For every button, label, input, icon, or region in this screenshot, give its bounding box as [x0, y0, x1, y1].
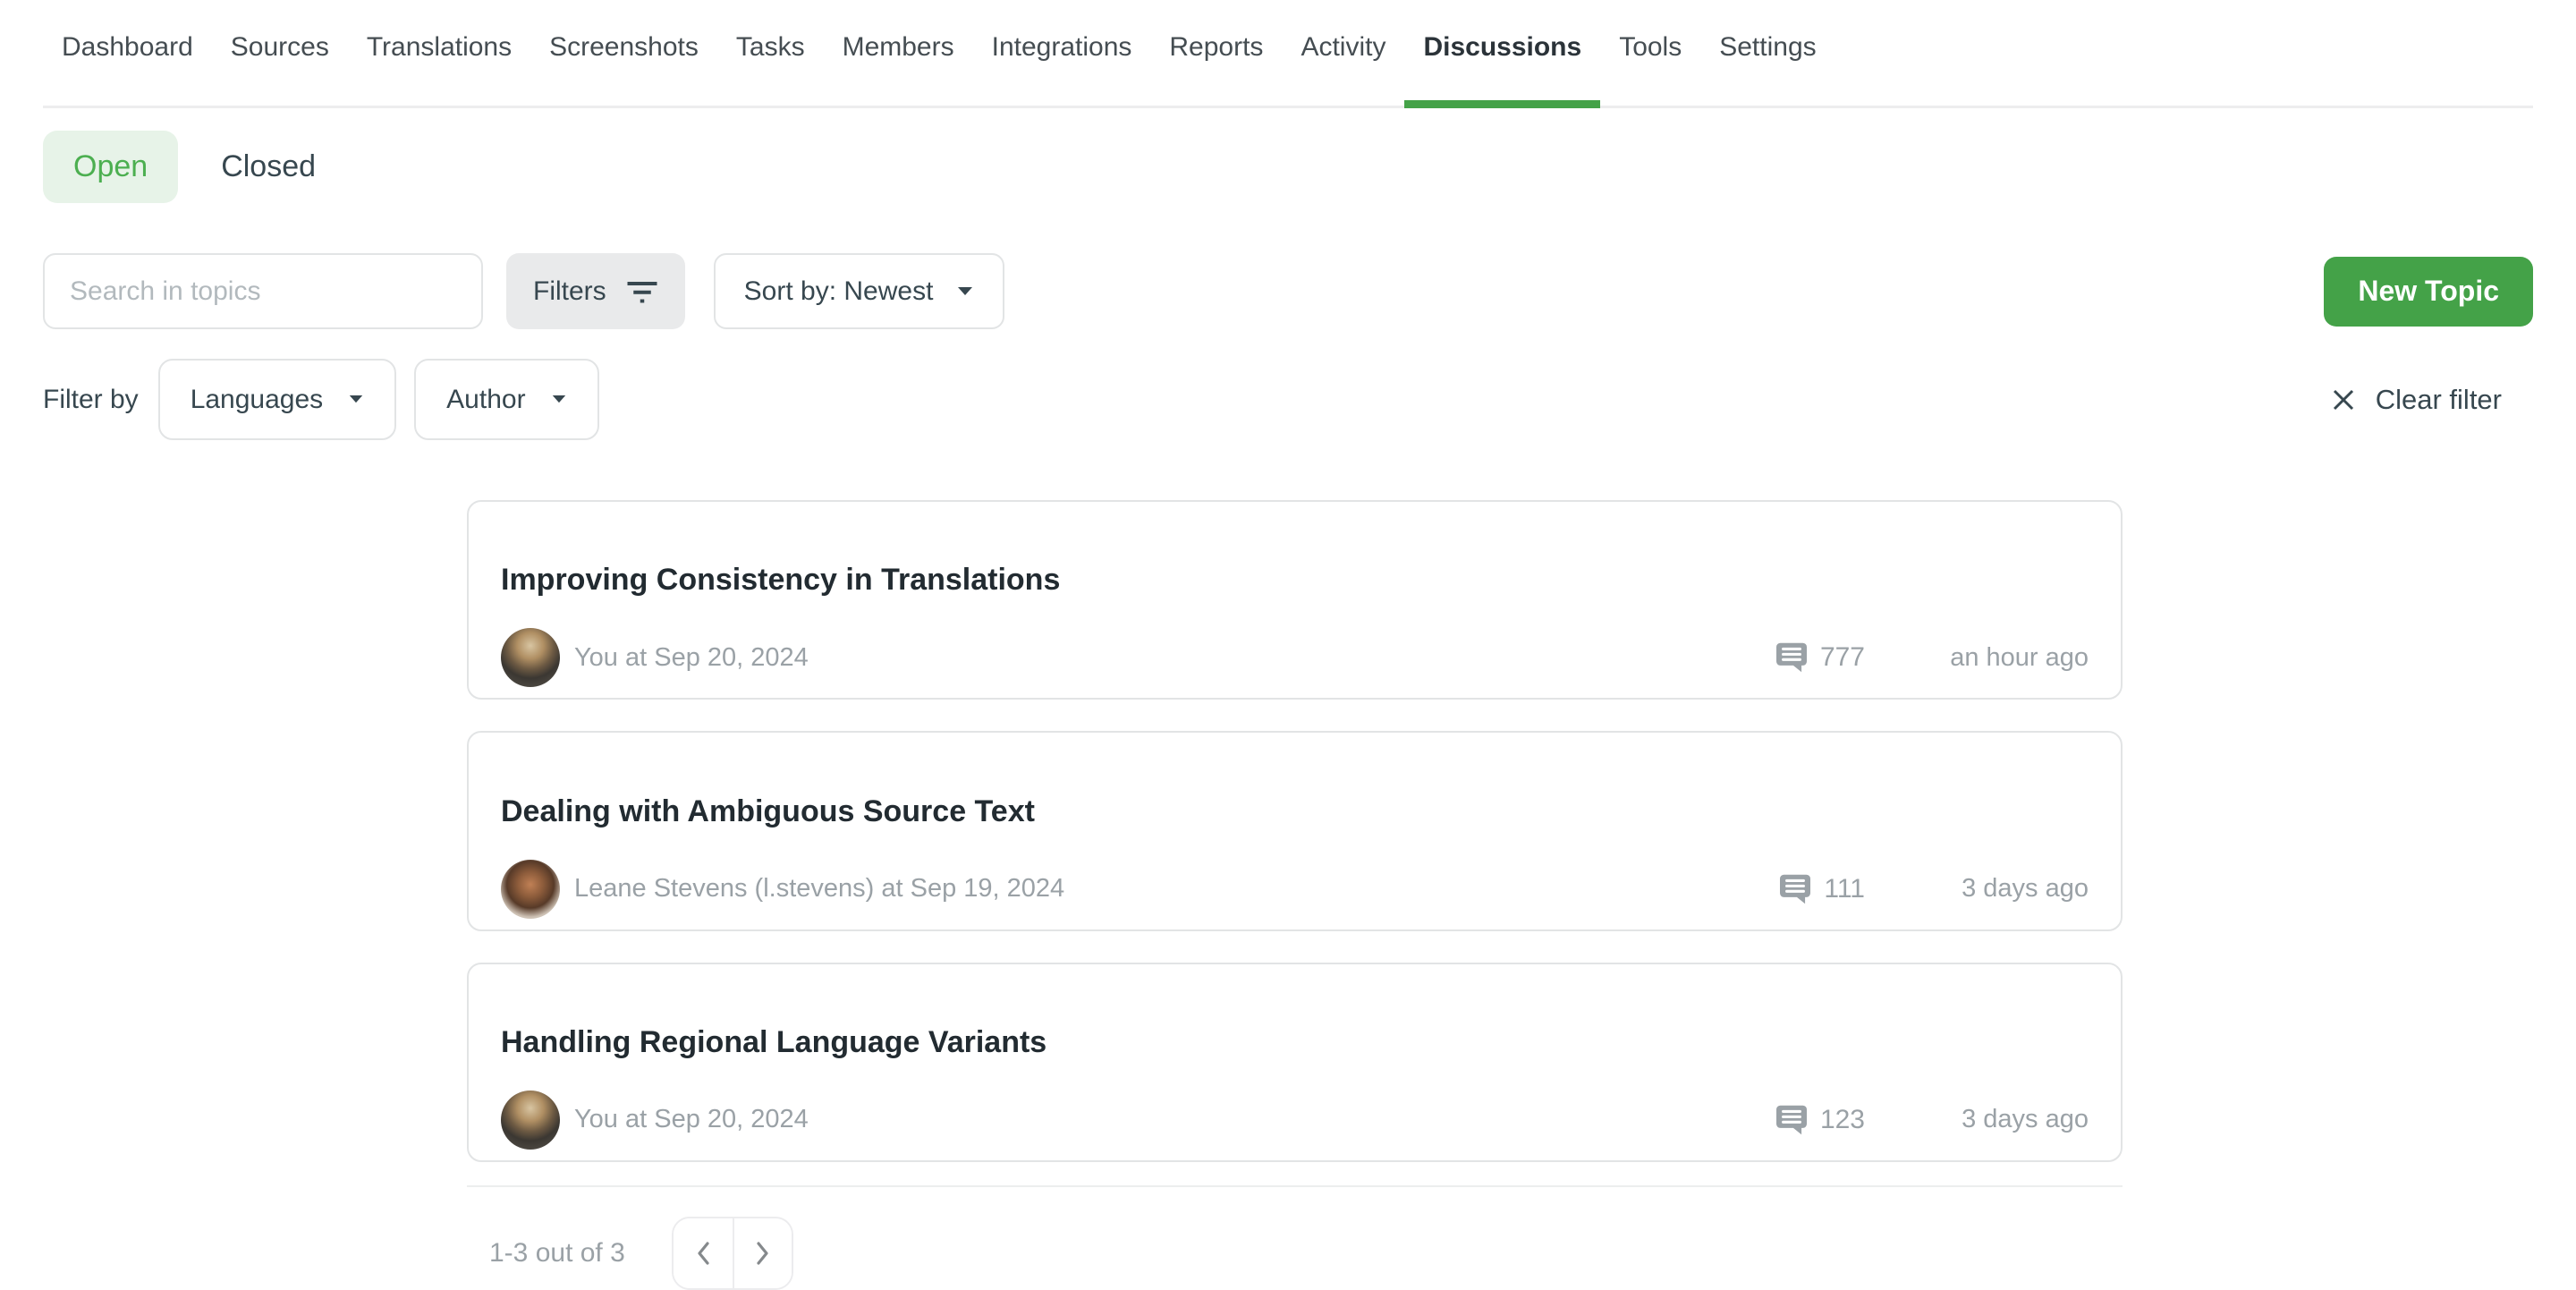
- discussion-card[interactable]: Handling Regional Language Variants You …: [467, 963, 2123, 1162]
- discussion-author: Leane Stevens (l.stevens) at Sep 19, 202…: [574, 874, 1064, 904]
- nav-item-label: Discussions: [1423, 32, 1581, 62]
- discussion-title: Dealing with Ambiguous Source Text: [501, 794, 2089, 829]
- new-topic-button[interactable]: New Topic: [2324, 257, 2533, 327]
- nav-item-label: Reports: [1169, 32, 1263, 62]
- comment-counter: 777: [1775, 642, 1865, 673]
- comment-count: 123: [1820, 1105, 1865, 1135]
- tab-open-label: Open: [73, 149, 148, 183]
- nav-item-label: Tools: [1619, 32, 1682, 62]
- nav-item[interactable]: Tasks: [717, 0, 824, 106]
- discussion-title: Improving Consistency in Translations: [501, 563, 2089, 598]
- pagination-summary: 1-3 out of 3: [489, 1238, 625, 1269]
- caret-down-icon: [956, 286, 974, 297]
- comment-bubble-icon: [1775, 1105, 1808, 1135]
- pagination: 1-3 out of 3: [467, 1217, 2123, 1290]
- nav-item[interactable]: Members: [824, 0, 973, 106]
- languages-dropdown-label: Languages: [191, 385, 323, 415]
- top-navigation: Dashboard Sources Translations Screensho…: [43, 0, 2533, 108]
- discussion-meta: You at Sep 20, 2024 123 3 days a: [501, 1091, 2089, 1150]
- search-input[interactable]: [43, 253, 483, 329]
- filter-by-label: Filter by: [43, 385, 139, 415]
- sort-by-button[interactable]: Sort by: Newest: [714, 253, 1005, 329]
- chevron-left-icon: [695, 1240, 711, 1267]
- discussion-list: Improving Consistency in Translations Yo…: [467, 500, 2123, 1290]
- tab-closed[interactable]: Closed: [191, 131, 346, 203]
- discussion-author: You at Sep 20, 2024: [574, 1105, 809, 1134]
- discussion-meta: Leane Stevens (l.stevens) at Sep 19, 202…: [501, 860, 2089, 919]
- nav-item[interactable]: Reports: [1150, 0, 1282, 106]
- discussion-card[interactable]: Dealing with Ambiguous Source Text Leane…: [467, 731, 2123, 930]
- discussion-card[interactable]: Improving Consistency in Translations Yo…: [467, 500, 2123, 700]
- nav-item[interactable]: Translations: [348, 0, 530, 106]
- status-tabs: Open Closed: [43, 131, 2533, 203]
- next-page-button[interactable]: [733, 1218, 792, 1288]
- discussion-meta: You at Sep 20, 2024 777 an hour: [501, 628, 2089, 687]
- nav-item-label: Integrations: [992, 32, 1132, 62]
- discussion-timestamp: 3 days ago: [1865, 1105, 2089, 1134]
- filter-bar: Filter by Languages Author Clear filter: [43, 359, 2533, 440]
- nav-item-label: Members: [843, 32, 954, 62]
- author-avatar: [501, 1091, 560, 1150]
- nav-item[interactable]: Integrations: [973, 0, 1151, 106]
- comment-counter: 123: [1775, 1105, 1865, 1135]
- nav-item-label: Screenshots: [549, 32, 699, 62]
- comment-bubble-icon: [1775, 642, 1808, 673]
- filter-lines-icon: [626, 279, 658, 304]
- previous-page-button[interactable]: [674, 1218, 733, 1288]
- author-dropdown-label: Author: [446, 385, 525, 415]
- filters-button-label: Filters: [533, 276, 606, 307]
- discussion-title: Handling Regional Language Variants: [501, 1025, 2089, 1060]
- author-dropdown[interactable]: Author: [414, 359, 598, 440]
- list-separator: [467, 1185, 2123, 1187]
- comment-count: 777: [1820, 642, 1865, 673]
- clear-filter-label: Clear filter: [2376, 384, 2502, 416]
- nav-item[interactable]: Tools: [1600, 0, 1700, 106]
- toolbar: Filters Sort by: Newest New Topic: [43, 253, 2533, 329]
- nav-item[interactable]: Settings: [1700, 0, 1835, 106]
- discussion-author: You at Sep 20, 2024: [574, 643, 809, 673]
- comment-counter: 111: [1779, 874, 1865, 904]
- caret-down-icon: [551, 395, 567, 404]
- nav-item[interactable]: Activity: [1282, 0, 1404, 106]
- sort-by-label: Sort by: Newest: [744, 276, 934, 307]
- pager-buttons: [672, 1217, 793, 1290]
- filters-button[interactable]: Filters: [506, 253, 685, 329]
- clear-filter-button[interactable]: Clear filter: [2331, 384, 2533, 416]
- nav-item[interactable]: Discussions: [1404, 0, 1600, 106]
- discussion-timestamp: 3 days ago: [1865, 874, 2089, 904]
- chevron-right-icon: [755, 1240, 771, 1267]
- comment-count: 111: [1824, 874, 1865, 904]
- nav-item-label: Activity: [1301, 32, 1385, 62]
- nav-item-label: Tasks: [736, 32, 805, 62]
- author-avatar: [501, 860, 560, 919]
- comment-bubble-icon: [1779, 874, 1811, 904]
- author-avatar: [501, 628, 560, 687]
- nav-item[interactable]: Sources: [212, 0, 348, 106]
- discussion-cards: Improving Consistency in Translations Yo…: [467, 500, 2123, 1162]
- languages-dropdown[interactable]: Languages: [158, 359, 396, 440]
- nav-item-label: Dashboard: [62, 32, 193, 62]
- nav-item[interactable]: Dashboard: [43, 0, 212, 106]
- tab-closed-label: Closed: [221, 149, 316, 183]
- new-topic-label: New Topic: [2358, 275, 2499, 308]
- close-icon: [2331, 387, 2356, 412]
- discussion-timestamp: an hour ago: [1865, 643, 2089, 673]
- nav-item-label: Settings: [1719, 32, 1816, 62]
- caret-down-icon: [348, 395, 364, 404]
- tab-open[interactable]: Open: [43, 131, 178, 203]
- nav-item[interactable]: Screenshots: [530, 0, 717, 106]
- nav-item-label: Translations: [367, 32, 512, 62]
- nav-item-label: Sources: [231, 32, 329, 62]
